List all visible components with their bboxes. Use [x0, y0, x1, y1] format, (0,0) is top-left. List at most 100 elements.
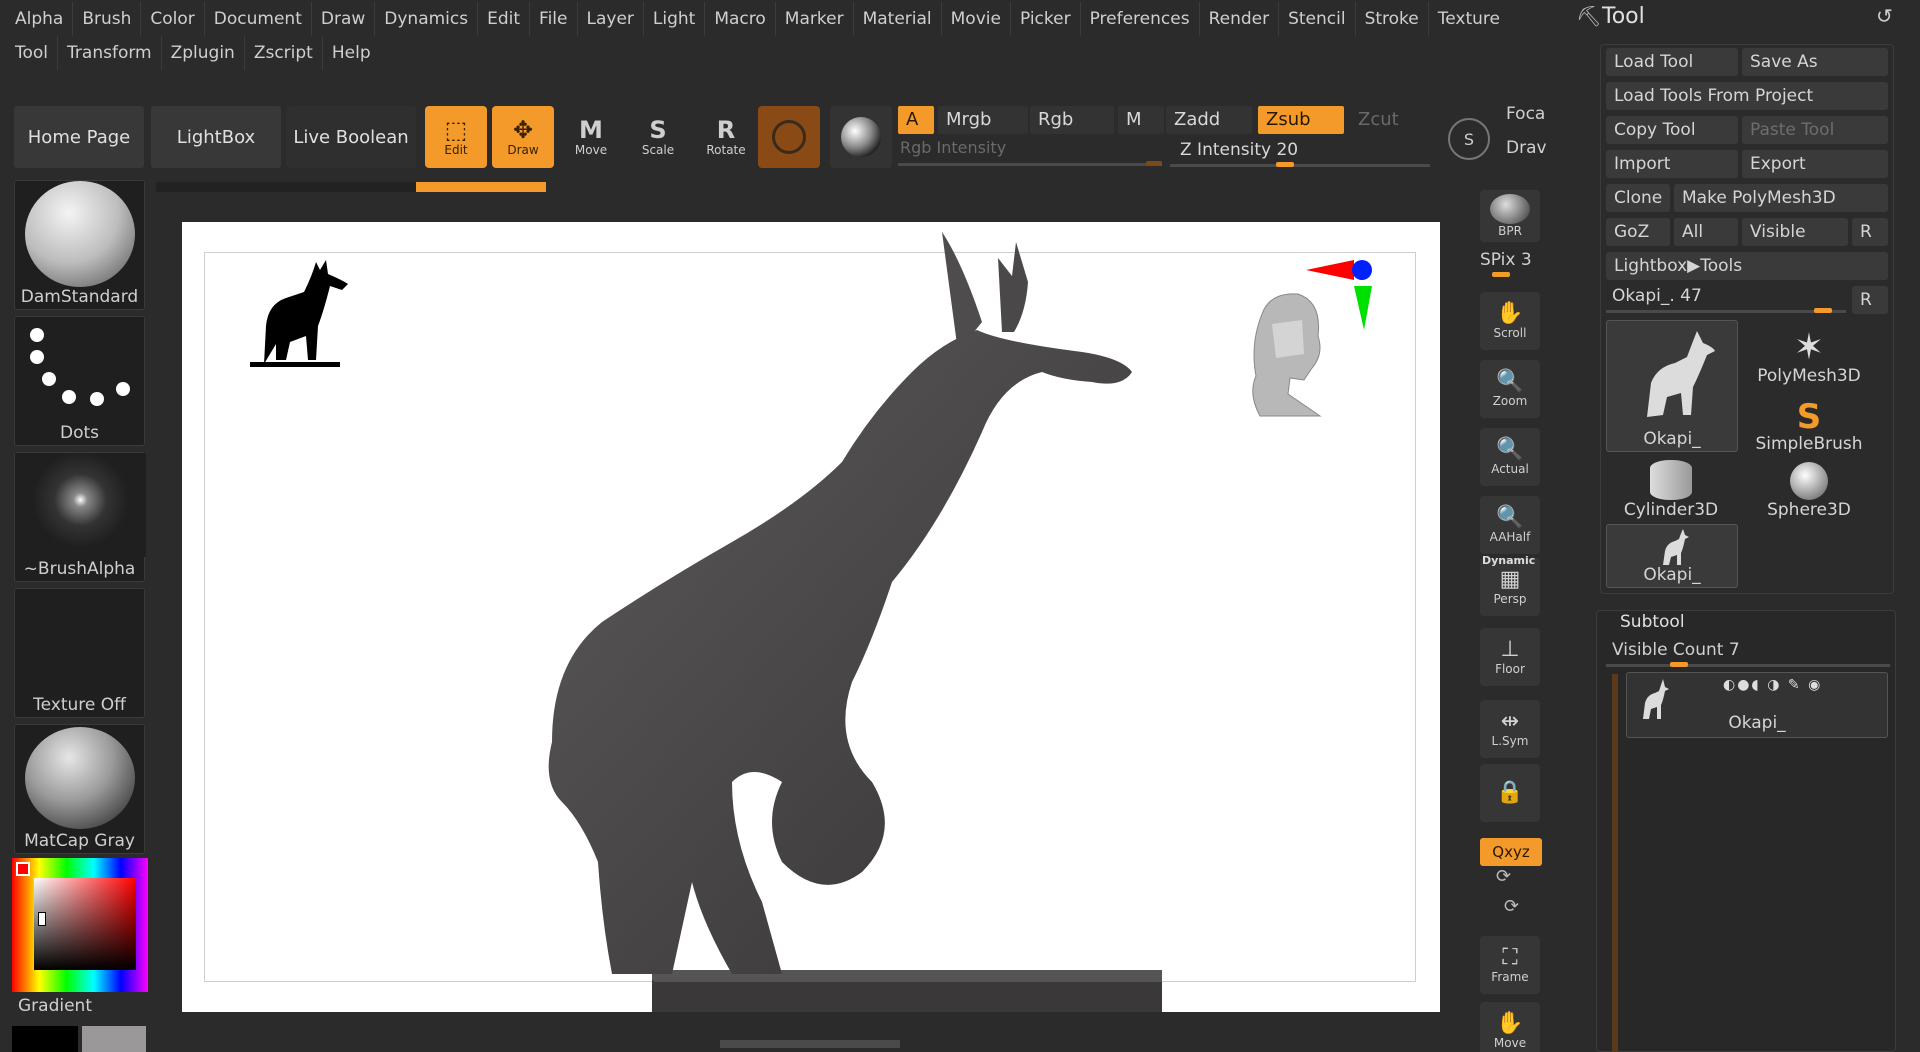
menu-alpha[interactable]: Alpha: [6, 2, 72, 36]
rotate-tool-button[interactable]: R Rotate: [695, 106, 757, 168]
move-tool-button[interactable]: M Move: [560, 106, 622, 168]
menu-file[interactable]: File: [529, 2, 576, 36]
current-tool-knob[interactable]: [1814, 308, 1832, 313]
document-canvas[interactable]: [182, 222, 1440, 1012]
goz-r-button[interactable]: R: [1852, 218, 1888, 246]
menu-picker[interactable]: Picker: [1009, 2, 1080, 36]
zsub-toggle[interactable]: Zsub: [1258, 106, 1344, 134]
lsym-button[interactable]: ⇹ L.Sym: [1480, 700, 1540, 758]
zadd-toggle[interactable]: Zadd: [1166, 106, 1252, 134]
palette-refresh-icon[interactable]: ↺: [1876, 4, 1893, 28]
tool-thumb-polymesh3d[interactable]: ✶ PolyMesh3D: [1744, 324, 1874, 387]
menu-preferences[interactable]: Preferences: [1079, 2, 1199, 36]
scroll-button[interactable]: ✋ Scroll: [1480, 292, 1540, 350]
menu-zscript[interactable]: Zscript: [243, 36, 322, 70]
menu-document[interactable]: Document: [203, 2, 311, 36]
scale-tool-button[interactable]: S Scale: [627, 106, 689, 168]
clone-button[interactable]: Clone: [1606, 184, 1670, 212]
move-button[interactable]: ✋ Move: [1480, 1002, 1540, 1052]
texture-thumbnail[interactable]: Texture Off: [14, 588, 145, 718]
menu-marker[interactable]: Marker: [774, 2, 853, 36]
primitive-button[interactable]: [758, 106, 820, 168]
menu-color[interactable]: Color: [140, 2, 203, 36]
stroke-thumbnail[interactable]: Dots: [14, 316, 145, 446]
main-color-swatch[interactable]: [82, 1026, 146, 1052]
material-thumbnail[interactable]: MatCap Gray: [14, 724, 145, 854]
export-button[interactable]: Export: [1742, 150, 1888, 178]
aahalf-button[interactable]: 🔍 AAHalf: [1480, 496, 1540, 554]
brush-thumbnail[interactable]: DamStandard: [14, 180, 145, 310]
zcut-toggle[interactable]: Zcut: [1350, 106, 1414, 134]
z-intensity-slider[interactable]: [1170, 164, 1430, 167]
save-as-button[interactable]: Save As: [1742, 48, 1888, 76]
menu-render[interactable]: Render: [1198, 2, 1279, 36]
menu-edit[interactable]: Edit: [477, 2, 529, 36]
rgb-intensity-slider[interactable]: [898, 163, 1162, 166]
menu-tool[interactable]: Tool: [6, 36, 57, 70]
load-tool-button[interactable]: Load Tool: [1606, 48, 1738, 76]
tool-thumb-cylinder3d[interactable]: Cylinder3D: [1606, 458, 1736, 520]
m-toggle[interactable]: M: [1118, 106, 1164, 134]
secondary-color-swatch[interactable]: [12, 1026, 78, 1052]
tool-thumb-okapi-main[interactable]: Okapi_: [1606, 320, 1738, 452]
menu-draw[interactable]: Draw: [310, 2, 374, 36]
visible-count-knob[interactable]: [1670, 662, 1688, 667]
live-boolean-button[interactable]: Live Boolean: [286, 106, 416, 168]
bpr-button[interactable]: BPR: [1480, 190, 1540, 242]
copy-tool-button[interactable]: Copy Tool: [1606, 116, 1738, 144]
rgb-toggle[interactable]: Rgb: [1030, 106, 1114, 134]
goz-button[interactable]: GoZ: [1606, 218, 1670, 246]
color-picker[interactable]: [12, 858, 148, 992]
zoom-button[interactable]: 🔍 Zoom: [1480, 360, 1540, 418]
edit-tool-button[interactable]: ⬚ Edit: [425, 106, 487, 168]
menu-texture[interactable]: Texture: [1427, 2, 1509, 36]
menu-macro[interactable]: Macro: [704, 2, 774, 36]
bottom-tray-handle[interactable]: [720, 1040, 900, 1048]
home-page-button[interactable]: Home Page: [14, 106, 144, 168]
menu-brush[interactable]: Brush: [72, 2, 140, 36]
menu-zplugin[interactable]: Zplugin: [160, 36, 244, 70]
rotate-z-icon[interactable]: ⟳: [1504, 896, 1519, 917]
lock-button[interactable]: 🔒: [1480, 764, 1540, 822]
menu-dynamics[interactable]: Dynamics: [374, 2, 477, 36]
import-button[interactable]: Import: [1606, 150, 1738, 178]
xyz-symmetry-button[interactable]: Qxyz: [1480, 838, 1542, 866]
goz-all-button[interactable]: All: [1674, 218, 1738, 246]
tool-thumb-simplebrush[interactable]: S SimpleBrush: [1744, 392, 1874, 454]
subtool-title[interactable]: Subtool: [1620, 612, 1685, 632]
menu-movie[interactable]: Movie: [940, 2, 1010, 36]
okapi-3d-model[interactable]: [402, 222, 1162, 1012]
paste-tool-button[interactable]: Paste Tool: [1742, 116, 1888, 144]
a-toggle[interactable]: A: [898, 106, 934, 134]
frame-button[interactable]: ⛶ Frame: [1480, 936, 1540, 994]
menu-light[interactable]: Light: [642, 2, 704, 36]
mrgb-toggle[interactable]: Mrgb: [938, 106, 1028, 134]
current-tool-slider[interactable]: [1606, 310, 1846, 313]
tool-r-button[interactable]: R: [1852, 286, 1888, 314]
menu-transform[interactable]: Transform: [57, 36, 161, 70]
tool-thumb-sphere3d[interactable]: Sphere3D: [1744, 458, 1874, 520]
lightbox-button[interactable]: LightBox: [151, 106, 281, 168]
visible-count-slider[interactable]: [1606, 664, 1890, 667]
subtool-item[interactable]: ◐●◖ ◑ ✎ ◉ Okapi_: [1626, 672, 1888, 738]
z-intensity-knob[interactable]: [1276, 162, 1294, 167]
actual-button[interactable]: 🔍 Actual: [1480, 428, 1540, 486]
subtool-visibility-icons[interactable]: ◐●◖ ◑ ✎ ◉: [1723, 677, 1822, 693]
load-tools-from-project-button[interactable]: Load Tools From Project: [1606, 82, 1888, 110]
menu-layer[interactable]: Layer: [576, 2, 643, 36]
subtool-scrollbar[interactable]: [1612, 674, 1618, 1052]
floor-button[interactable]: ⊥ Floor: [1480, 628, 1540, 686]
menu-stencil[interactable]: Stencil: [1278, 2, 1354, 36]
material-sphere-button[interactable]: [830, 106, 892, 168]
menu-stroke[interactable]: Stroke: [1354, 2, 1428, 36]
axis-gizmo-icon[interactable]: [1302, 252, 1382, 352]
tool-thumb-okapi-secondary[interactable]: Okapi_: [1606, 524, 1738, 588]
make-polymesh3d-button[interactable]: Make PolyMesh3D: [1674, 184, 1888, 212]
color-cursor[interactable]: [38, 912, 46, 926]
draw-tool-button[interactable]: ✥ Draw: [492, 106, 554, 168]
goz-visible-button[interactable]: Visible: [1742, 218, 1848, 246]
rgb-intensity-knob[interactable]: [1146, 161, 1162, 166]
lightbox-tools-button[interactable]: Lightbox▶Tools: [1606, 252, 1888, 280]
spix-slider[interactable]: [1492, 272, 1510, 277]
menu-help[interactable]: Help: [321, 36, 380, 70]
